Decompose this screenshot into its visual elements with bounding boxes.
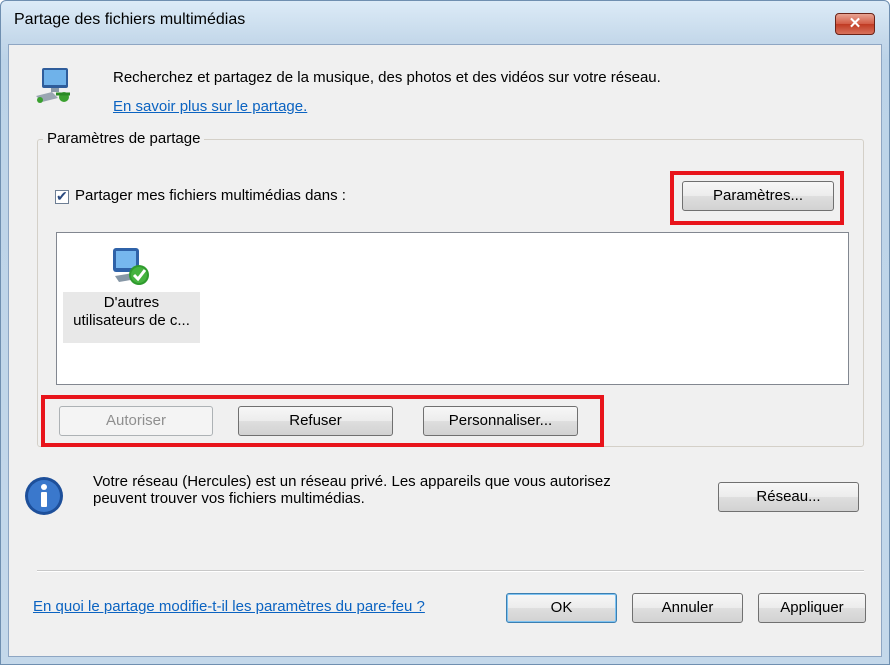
device-label-line2: utilisateurs de c... <box>73 312 190 329</box>
cancel-button[interactable]: Annuler <box>632 593 743 623</box>
firewall-info-link[interactable]: En quoi le partage modifie-t-il les para… <box>33 598 425 615</box>
close-icon: ✕ <box>848 15 862 32</box>
customize-button[interactable]: Personnaliser... <box>423 406 578 436</box>
info-icon <box>24 476 64 516</box>
ok-button[interactable]: OK <box>506 593 617 623</box>
network-computer-check-icon <box>109 242 153 288</box>
check-icon: ✔ <box>56 188 68 204</box>
learn-more-link[interactable]: En savoir plus sur le partage. <box>113 98 307 115</box>
separator <box>37 570 864 572</box>
share-media-checkbox[interactable]: ✔ <box>55 188 69 204</box>
sharing-settings-label: Paramètres de partage <box>43 130 205 147</box>
header-description: Recherchez et partagez de la musique, de… <box>113 69 661 86</box>
deny-button[interactable]: Refuser <box>238 406 393 436</box>
close-button[interactable]: ✕ <box>835 13 875 35</box>
network-info-text: Votre réseau (Hercules) est un réseau pr… <box>93 473 713 507</box>
network-info-line1: Votre réseau (Hercules) est un réseau pr… <box>93 473 611 490</box>
device-label: D'autres utilisateurs de c... <box>63 294 200 330</box>
share-media-label: Partager mes fichiers multimédias dans : <box>75 187 346 204</box>
network-info-line2: peuvent trouver vos fichiers multimédias… <box>93 490 365 507</box>
allow-button[interactable]: Autoriser <box>59 406 213 436</box>
title-bar[interactable]: Partage des fichiers multimédias ✕ <box>1 1 889 41</box>
dialog-content: Recherchez et partagez de la musique, de… <box>8 44 882 657</box>
media-sharing-icon <box>34 66 76 106</box>
device-label-line1: D'autres <box>103 294 160 311</box>
network-button[interactable]: Réseau... <box>718 482 859 512</box>
settings-button[interactable]: Paramètres... <box>682 181 834 211</box>
apply-button[interactable]: Appliquer <box>758 593 866 623</box>
media-sharing-dialog: Partage des fichiers multimédias ✕ Reche… <box>0 0 890 665</box>
device-item[interactable]: D'autres utilisateurs de c... <box>63 242 200 343</box>
window-title: Partage des fichiers multimédias <box>14 11 246 28</box>
